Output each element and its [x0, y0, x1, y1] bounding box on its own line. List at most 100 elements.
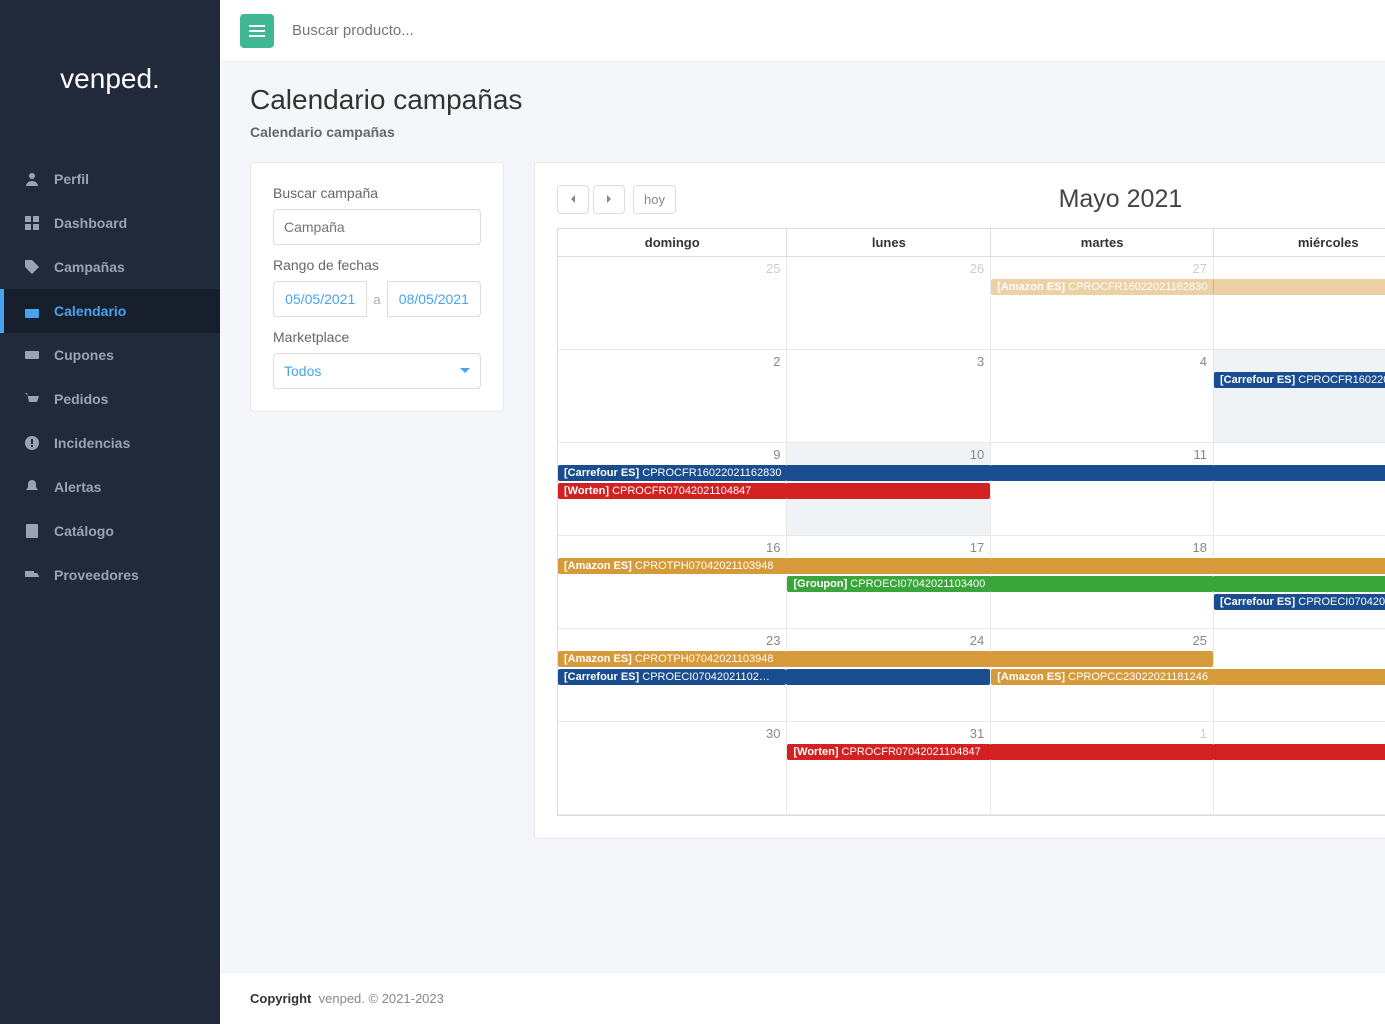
calendar-cell[interactable]: 10 — [787, 443, 991, 536]
event-carrefour[interactable] — [1213, 465, 1385, 481]
sidebar-item-calendario[interactable]: Calendario — [0, 289, 220, 333]
event-carrefour[interactable]: [Carrefour ES] CPROECI07042021102… — [558, 669, 786, 685]
calendar-cell[interactable]: 19 [Carrefour ES] CPROECI07042021102615 — [1214, 536, 1385, 629]
calendar-cell[interactable]: 28 — [1214, 257, 1385, 350]
calendar-title: Mayo 2021 — [676, 185, 1385, 214]
calendar-cell[interactable]: 24 — [787, 629, 991, 722]
menu-icon — [249, 23, 265, 39]
event-worten[interactable]: [Worten] CPROCFR07042021104847 — [787, 744, 991, 760]
next-button[interactable] — [593, 185, 625, 214]
marketplace-label: Marketplace — [273, 329, 481, 345]
event-amazon[interactable] — [990, 651, 1213, 667]
event-amazon[interactable]: [Amazon ES] CPROTPH07042021103948 — [558, 558, 787, 574]
event-groupon[interactable] — [1213, 576, 1385, 592]
day-header: lunes — [787, 229, 991, 257]
search-campaign-label: Buscar campaña — [273, 185, 481, 201]
event-amazon[interactable]: [Amazon ES] CPROCFR16022021162830 — [991, 279, 1214, 295]
calendar-cell[interactable]: 11 — [991, 443, 1214, 536]
date-from-input[interactable] — [273, 281, 367, 317]
day-number: 26 — [970, 261, 984, 276]
day-number: 10 — [970, 447, 984, 462]
event-amazon[interactable] — [786, 558, 991, 574]
search-campaign-input[interactable] — [273, 209, 481, 245]
sidebar-item-alertas[interactable]: Alertas — [0, 465, 220, 509]
sidebar-item-incidencias[interactable]: Incidencias — [0, 421, 220, 465]
sidebar-item-perfil[interactable]: Perfil — [0, 157, 220, 201]
event-marketplace: [Amazon ES] — [564, 653, 632, 665]
event-marketplace: [Carrefour ES] — [1220, 596, 1295, 608]
event-worten[interactable]: [Worten] CPROCFR07042021104847 — [558, 483, 787, 499]
event-amazon[interactable] — [1213, 558, 1385, 574]
book-icon — [24, 523, 40, 539]
event-code: CPROECI07042021102615 — [1298, 596, 1385, 608]
event-marketplace: [Carrefour ES] — [564, 671, 639, 683]
sidebar-item-label: Dashboard — [54, 215, 127, 231]
calendar-cell[interactable]: 16 [Amazon ES] CPROTPH07042021103948 — [558, 536, 787, 629]
day-number: 27 — [1193, 261, 1207, 276]
calendar-cell[interactable]: 2 — [558, 350, 787, 443]
day-number: 25 — [766, 261, 780, 276]
event-amazon[interactable]: [Amazon ES] CPROTPH07042021103948 — [558, 651, 787, 667]
calendar-cell[interactable]: 12 — [1214, 443, 1385, 536]
calendar-cell[interactable]: 27 [Amazon ES] CPROCFR16022021162830 — [991, 257, 1214, 350]
event-marketplace: [Carrefour ES] — [564, 467, 639, 479]
today-button[interactable]: hoy — [633, 185, 676, 214]
calendar-cell[interactable]: 23 [Amazon ES] CPROTPH07042021103948 [Ca… — [558, 629, 787, 722]
menu-toggle-button[interactable] — [240, 14, 274, 48]
event-carrefour[interactable]: [Carrefour ES] CPROCFR16022021162830 — [558, 465, 787, 481]
event-carrefour[interactable]: [Carrefour ES] CPROCFR16022021162830 — [1214, 372, 1385, 388]
calendar-cell[interactable]: 5 [Carrefour ES] CPROCFR16022021162830 — [1214, 350, 1385, 443]
prev-button[interactable] — [557, 185, 589, 214]
event-amazon[interactable] — [786, 651, 991, 667]
sidebar-item-label: Proveedores — [54, 567, 139, 583]
event-worten[interactable] — [1213, 744, 1385, 760]
calendar-cell[interactable]: 18 — [991, 536, 1214, 629]
calendar-cell[interactable]: 1 — [991, 722, 1214, 815]
sidebar-item-pedidos[interactable]: Pedidos — [0, 377, 220, 421]
sidebar-item-catalogo[interactable]: Catálogo — [0, 509, 220, 553]
breadcrumb: Calendario campañas — [250, 124, 1385, 140]
sidebar-item-cupones[interactable]: Cupones — [0, 333, 220, 377]
calendar-cell[interactable]: 2 — [1214, 722, 1385, 815]
search-input[interactable] — [292, 22, 1385, 39]
event-amazon[interactable]: [Amazon ES] CPROPCC23022021181246 — [991, 669, 1214, 685]
calendar-cell[interactable]: 25 [Amazon ES] CPROPCC23022021181246 — [991, 629, 1214, 722]
page-title: Calendario campañas — [250, 84, 1385, 116]
event-amazon[interactable] — [1213, 669, 1385, 685]
calendar-cell[interactable]: 3 — [787, 350, 991, 443]
event-groupon[interactable]: [Groupon] CPROECI07042021103400 — [787, 576, 991, 592]
event-worten[interactable] — [990, 744, 1214, 760]
calendar-cell[interactable]: 26 — [787, 257, 991, 350]
day-number: 4 — [1200, 354, 1207, 369]
calendar-cell[interactable]: 4 — [991, 350, 1214, 443]
event-code: CPROCFR16022021162830 — [1298, 374, 1385, 386]
event-worten[interactable] — [786, 483, 990, 499]
event-marketplace: [Worten] — [564, 485, 609, 497]
calendar-cell[interactable]: 17 [Groupon] CPROECI07042021103400 — [787, 536, 991, 629]
calendar-cell[interactable]: 30 — [558, 722, 787, 815]
event-amazon[interactable] — [1213, 279, 1385, 295]
sidebar-item-proveedores[interactable]: Proveedores — [0, 553, 220, 597]
date-to-input[interactable] — [387, 281, 481, 317]
calendar-cell[interactable]: 31 [Worten] CPROCFR07042021104847 — [787, 722, 991, 815]
filter-panel: Buscar campaña Rango de fechas a Marketp… — [250, 162, 504, 412]
sidebar-item-label: Perfil — [54, 171, 89, 187]
calendar-cell[interactable]: 25 — [558, 257, 787, 350]
event-carrefour[interactable]: [Carrefour ES] CPROECI07042021102615 — [1214, 594, 1385, 610]
event-marketplace: [Carrefour ES] — [1220, 374, 1295, 386]
sidebar-item-label: Pedidos — [54, 391, 108, 407]
event-amazon[interactable] — [990, 558, 1214, 574]
event-groupon[interactable] — [990, 576, 1214, 592]
marketplace-select[interactable]: Todos — [273, 353, 481, 389]
event-carrefour[interactable] — [786, 465, 991, 481]
event-marketplace: [Worten] — [793, 746, 838, 758]
day-number: 11 — [1194, 447, 1208, 462]
calendar-cell[interactable]: 9 [Carrefour ES] CPROCFR16022021162830 [… — [558, 443, 787, 536]
calendar-cell[interactable]: 26 — [1214, 629, 1385, 722]
event-carrefour[interactable] — [990, 465, 1214, 481]
day-number: 30 — [766, 726, 780, 741]
chevron-left-icon — [568, 194, 578, 204]
sidebar-item-dashboard[interactable]: Dashboard — [0, 201, 220, 245]
event-carrefour[interactable] — [786, 669, 990, 685]
sidebar-item-campanas[interactable]: Campañas — [0, 245, 220, 289]
